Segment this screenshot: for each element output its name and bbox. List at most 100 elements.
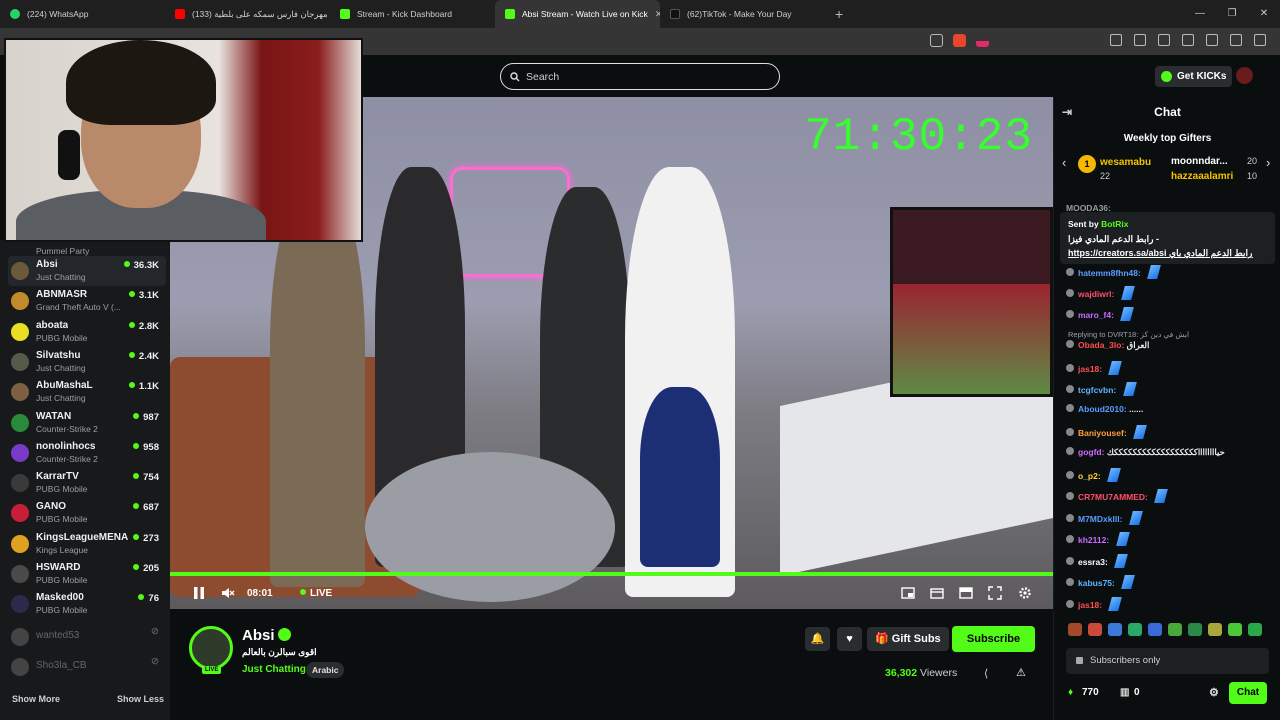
chat-username[interactable]: jas18: <box>1078 364 1102 374</box>
send-chat-button[interactable]: Chat <box>1229 682 1267 704</box>
chat-username[interactable]: wajdiwrl: <box>1078 289 1114 299</box>
share-icon[interactable]: ⟨ <box>984 667 988 680</box>
emote-icon[interactable] <box>1148 623 1162 636</box>
sidebar-channel-item[interactable]: KingsLeagueMENA Kings League 273 <box>8 529 166 559</box>
sidebar-channel-item[interactable]: Silvatshu Just Chatting 2.4K <box>8 347 166 377</box>
chat-username[interactable]: gogfd: <box>1078 447 1104 457</box>
stream-category-link[interactable]: Just Chatting <box>242 664 306 675</box>
chat-username[interactable]: tcgfcvbn: <box>1078 385 1116 395</box>
sidebar-channel-item-offline[interactable]: wanted53 ⊘ <box>8 622 166 652</box>
chat-message: jas18: <box>1066 361 1123 375</box>
sidebar-channel-item[interactable]: WATAN Counter-Strike 2 987 <box>8 408 166 438</box>
chat-username[interactable]: Baniyousef: <box>1078 428 1127 438</box>
emote-icon[interactable] <box>1168 623 1182 636</box>
share-icon[interactable] <box>930 34 943 47</box>
sidebar-channel-item[interactable]: GANO PUBG Mobile 687 <box>8 498 166 528</box>
close-window-icon[interactable]: ✕ <box>1248 0 1280 28</box>
sidebar-channel-item-offline[interactable]: Sho3la_CB ⊘ <box>8 652 166 682</box>
gift-subs-button[interactable]: 🎁 Gift Subs <box>867 627 949 651</box>
sidebar-channel-item[interactable]: KarrarTV PUBG Mobile 754 <box>8 468 166 498</box>
menu-icon[interactable] <box>1254 34 1266 46</box>
report-icon[interactable]: ⚠ <box>1016 666 1026 679</box>
subscribe-button[interactable]: Subscribe <box>952 626 1035 652</box>
sidebar-channel-item[interactable]: AbuMashaL Just Chatting 1.1K <box>8 377 166 407</box>
browser-tab[interactable]: (133) مهرجان فارس سمكه على بلطية <box>165 0 330 28</box>
new-tab-button[interactable]: + <box>835 6 843 22</box>
browser-tab[interactable]: Stream - Kick Dashboard <box>330 0 495 28</box>
gifter-name[interactable]: wesamabu <box>1100 157 1151 168</box>
sidebar-icon[interactable] <box>1110 34 1122 46</box>
chat-username[interactable]: jas18: <box>1078 600 1102 610</box>
vpn-icon[interactable] <box>1230 34 1242 46</box>
language-tag[interactable]: Arabic <box>306 662 345 678</box>
emote-icon[interactable] <box>1068 623 1082 636</box>
user-avatar[interactable] <box>1236 67 1253 84</box>
settings-gear-icon[interactable] <box>1018 586 1032 600</box>
ai-icon[interactable] <box>1206 34 1218 46</box>
chat-username[interactable]: CR7MU7AMMED: <box>1078 492 1148 502</box>
sidebar-channel-item[interactable]: Absi Just Chatting 36.3K <box>8 256 166 286</box>
gifter-name[interactable]: hazzaaalamri <box>1171 171 1233 182</box>
chat-settings-icon[interactable]: ⚙ <box>1209 686 1219 699</box>
chat-username[interactable]: essra3: <box>1078 557 1108 567</box>
emote-icon[interactable] <box>1208 623 1222 636</box>
pinned-message-link[interactable]: https://creators.sa/absi رابط الدعم الما… <box>1068 248 1253 259</box>
channel-name[interactable]: Absi <box>242 627 275 644</box>
theater-mode-icon[interactable] <box>959 586 973 600</box>
chevron-left-icon[interactable]: ‹ <box>1062 155 1066 170</box>
emote-icon[interactable] <box>1088 623 1102 636</box>
chat-username[interactable]: hatemm8fhn48: <box>1078 268 1141 278</box>
browser-tab[interactable]: (224) WhatsApp <box>0 0 165 28</box>
show-less-button[interactable]: Show Less <box>117 694 164 704</box>
pause-icon[interactable] <box>192 586 206 600</box>
sidebar-channel-item[interactable]: ABNMASR Grand Theft Auto V (... 3.1K <box>8 286 166 316</box>
fullscreen-icon[interactable] <box>988 586 1002 600</box>
live-indicator[interactable]: LIVE <box>300 588 332 599</box>
emote-icon[interactable] <box>1128 623 1142 636</box>
notification-bell-icon[interactable]: 🔔 <box>805 627 830 651</box>
get-kicks-button[interactable]: Get KICKs <box>1155 66 1233 87</box>
emote-icon[interactable] <box>1188 623 1202 636</box>
music-icon[interactable] <box>1134 34 1146 46</box>
chat-username[interactable]: kabus75: <box>1078 578 1115 588</box>
chat-username[interactable]: kh2112: <box>1078 535 1109 545</box>
chat-username[interactable]: M7MDxklll: <box>1078 514 1122 524</box>
chat-username[interactable]: Obada_3lo: <box>1078 340 1124 350</box>
kicks-count[interactable]: 770 <box>1082 687 1099 698</box>
clip-icon[interactable] <box>930 586 944 600</box>
sidebar-channel-item[interactable]: Masked00 PUBG Mobile 76 <box>8 589 166 619</box>
chevron-right-icon[interactable]: › <box>1266 155 1270 170</box>
browser-tab[interactable]: (62)TikTok - Make Your Day <box>660 0 825 28</box>
minimize-icon[interactable]: — <box>1184 0 1216 28</box>
channel-avatar <box>11 534 29 553</box>
sidebar-channel-item[interactable]: nonolinhocs Counter-Strike 2 958 <box>8 438 166 468</box>
collapse-chat-icon[interactable]: ⇥ <box>1062 97 1072 127</box>
subs-count[interactable]: 0 <box>1134 687 1140 698</box>
sidebar-channel-item[interactable]: aboata PUBG Mobile 2.8K <box>8 317 166 347</box>
chat-username[interactable]: maro_f4: <box>1078 310 1114 320</box>
follow-heart-icon[interactable]: ♥ <box>837 627 862 651</box>
brave-rewards-icon[interactable] <box>976 34 989 47</box>
chat-username[interactable]: o_p2: <box>1078 471 1101 481</box>
show-more-button[interactable]: Show More <box>12 694 60 704</box>
pinned-sender-name[interactable]: BotRix <box>1101 219 1128 229</box>
brave-shield-icon[interactable] <box>953 34 966 47</box>
pip-icon[interactable] <box>901 586 915 600</box>
emote-icon[interactable] <box>1228 623 1242 636</box>
chat-input[interactable]: Subscribers only <box>1066 648 1269 674</box>
gifter-name[interactable]: moonndar... <box>1171 156 1228 167</box>
progress-bar[interactable] <box>170 572 1053 576</box>
sidebar-viewer-count: 3.1K <box>129 290 159 301</box>
browser-tab-active[interactable]: Absi Stream - Watch Live on Kick ✕ <box>495 0 660 28</box>
wallet-icon[interactable] <box>1182 34 1194 46</box>
search-input[interactable]: Search <box>500 63 780 90</box>
chat-username[interactable]: Aboud2010: <box>1078 404 1127 414</box>
mute-icon[interactable] <box>221 586 235 600</box>
emote-icon[interactable] <box>1248 623 1262 636</box>
channel-avatar[interactable]: LIVE <box>189 626 233 674</box>
sidebar-channel-item[interactable]: HSWARD PUBG Mobile 205 <box>8 559 166 589</box>
maximize-icon[interactable]: ❐ <box>1216 0 1248 28</box>
reader-icon[interactable] <box>1158 34 1170 46</box>
emote-icon[interactable] <box>1108 623 1122 636</box>
viewers-label: Viewers <box>920 667 958 679</box>
